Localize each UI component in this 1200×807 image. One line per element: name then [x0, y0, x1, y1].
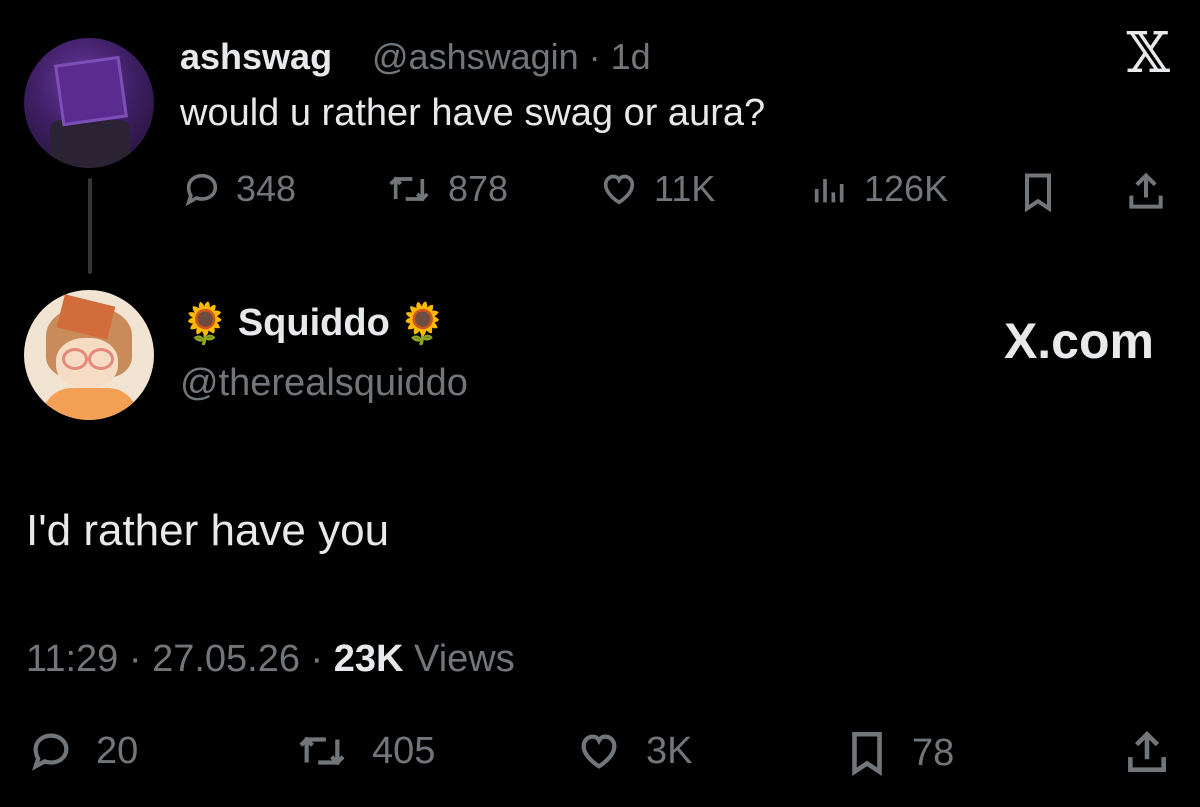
reply-meta: 11:29 · 27.05.26 · 23K Views — [26, 638, 515, 681]
parent-reply-button[interactable]: 348 — [180, 168, 296, 210]
reply-reply-count: 20 — [96, 729, 139, 772]
parent-views-count: 126K — [864, 168, 949, 209]
parent-reply-count: 348 — [236, 168, 297, 209]
reply-like-button[interactable]: 3K — [572, 728, 692, 774]
reply-tweet-text: I'd rather have you — [26, 506, 390, 555]
reply-views-label: Views — [414, 638, 515, 680]
reply-share-button[interactable] — [1122, 728, 1172, 778]
reply-handle[interactable]: @therealsquiddo — [180, 362, 468, 405]
reply-views-count: 23K — [333, 638, 404, 680]
x-com-watermark: X.com — [1003, 313, 1154, 369]
thread-line — [88, 178, 92, 274]
x-logo-icon[interactable]: 𝕏 — [1127, 26, 1170, 82]
parent-retweet-count: 878 — [448, 168, 509, 209]
avatar-squiddo[interactable] — [24, 290, 154, 420]
share-icon — [1128, 731, 1166, 772]
parent-time[interactable]: · 1d — [589, 36, 651, 77]
bookmark-icon — [852, 731, 882, 777]
parent-views-button[interactable]: 126K — [808, 168, 948, 210]
reply-date[interactable]: 27.05.26 — [152, 638, 300, 680]
parent-display-name[interactable]: ashswag — [180, 36, 332, 78]
reply-bookmark-button[interactable]: 78 — [842, 728, 954, 778]
reply-reply-button[interactable]: 20 — [26, 728, 138, 774]
retweet-icon — [299, 736, 345, 766]
share-icon — [1129, 172, 1163, 209]
like-icon — [603, 174, 635, 205]
views-icon — [814, 179, 844, 203]
sunflower-emoji: 🌻 — [397, 301, 448, 346]
parent-like-button[interactable]: 11K — [596, 168, 715, 210]
separator: · — [128, 638, 142, 680]
parent-bookmark-button[interactable] — [1016, 170, 1060, 214]
parent-handle-time[interactable]: @ashswagin · 1d — [372, 36, 651, 78]
sunflower-emoji: 🌻 — [180, 301, 230, 346]
reply-name-row[interactable]: 🌻 Squiddo 🌻 — [180, 302, 448, 345]
like-icon — [581, 734, 617, 769]
separator: · — [310, 638, 324, 680]
parent-handle[interactable]: @ashswagin — [372, 36, 579, 77]
reply-time[interactable]: 11:29 — [26, 638, 118, 680]
parent-share-button[interactable] — [1124, 170, 1168, 214]
bookmark-icon — [1024, 173, 1052, 213]
reply-icon — [32, 733, 69, 771]
parent-retweet-button[interactable]: 878 — [382, 168, 508, 210]
reply-icon — [185, 173, 218, 207]
reply-like-count: 3K — [646, 729, 693, 772]
reply-retweet-button[interactable]: 405 — [292, 728, 435, 774]
reply-display-name[interactable]: Squiddo — [238, 302, 390, 345]
reply-retweet-count: 405 — [372, 729, 436, 772]
avatar-ashswag[interactable] — [24, 38, 154, 168]
reply-bookmark-count: 78 — [912, 731, 955, 774]
retweet-icon — [389, 176, 429, 202]
parent-like-count: 11K — [654, 168, 716, 209]
parent-tweet-text: would u rather have swag or aura? — [180, 92, 766, 134]
